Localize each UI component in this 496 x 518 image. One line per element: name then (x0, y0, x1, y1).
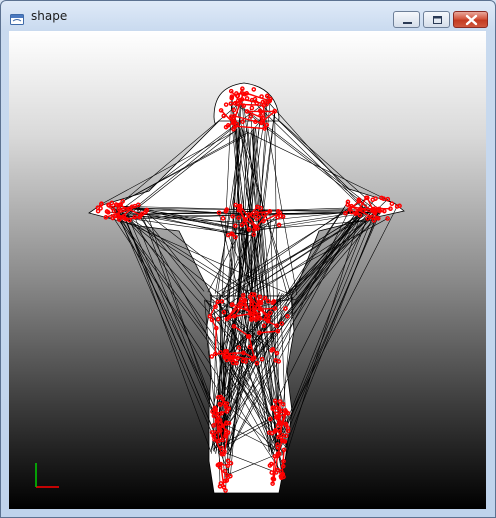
mesh-edge (253, 307, 276, 310)
maximize-icon (433, 16, 442, 24)
close-icon (465, 14, 478, 26)
mesh-render (35, 82, 405, 494)
window-title: shape (31, 9, 68, 23)
mesh-vertex (385, 196, 391, 202)
app-window-icon (10, 10, 24, 25)
mesh-vertex (379, 195, 384, 201)
app-window: shape (0, 0, 496, 518)
title-bar[interactable]: shape (1, 1, 495, 31)
mesh-vertex (385, 216, 390, 221)
maximize-button[interactable] (423, 11, 450, 28)
mesh-edge (214, 328, 217, 354)
minimize-button[interactable] (393, 11, 420, 28)
axis-gizmo (35, 463, 59, 488)
minimize-icon (403, 22, 412, 24)
3d-viewport[interactable] (9, 31, 486, 509)
close-button[interactable] (453, 11, 488, 28)
